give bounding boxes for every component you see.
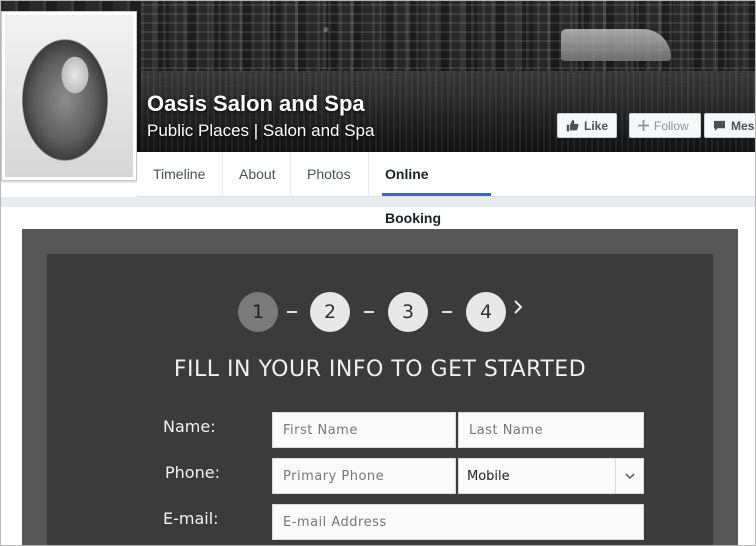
follow-label: Follow (654, 118, 689, 133)
booking-panel (47, 254, 713, 545)
last-name-input[interactable]: Last Name (458, 412, 644, 448)
phone-type-select[interactable]: Mobile (458, 458, 644, 494)
email-label: E-mail: (163, 509, 219, 528)
page-category[interactable]: Public Places | Salon and Spa (147, 121, 374, 141)
step-separator (287, 311, 297, 313)
email-input[interactable]: E-mail Address (272, 504, 644, 540)
divider-band (1, 197, 755, 207)
phone-label: Phone: (165, 463, 220, 482)
booking-heading: FILL IN YOUR INFO TO GET STARTED (173, 357, 587, 382)
thumbs-up-icon (566, 119, 579, 132)
message-label: Mess (731, 118, 755, 133)
phone-input[interactable]: Primary Phone (272, 458, 456, 494)
tab-photos[interactable]: Photos (291, 152, 369, 196)
like-button[interactable]: Like (557, 113, 617, 138)
message-button[interactable]: Mess (704, 113, 755, 138)
first-name-input[interactable]: First Name (272, 412, 456, 448)
message-icon (713, 120, 726, 131)
step-3[interactable]: 3 (388, 292, 428, 332)
step-separator (442, 311, 452, 313)
step-separator (364, 311, 374, 313)
boat (561, 29, 671, 61)
chevron-right-icon[interactable] (513, 300, 523, 319)
phone-type-value: Mobile (467, 468, 510, 484)
name-label: Name: (163, 417, 216, 436)
like-label: Like (584, 118, 609, 133)
tab-about[interactable]: About (223, 152, 291, 196)
profile-picture[interactable] (1, 11, 137, 181)
step-1[interactable]: 1 (238, 292, 278, 332)
step-4[interactable]: 4 (466, 292, 506, 332)
chevron-down-icon (615, 459, 643, 493)
page-name[interactable]: Oasis Salon and Spa (147, 91, 365, 117)
plus-icon (638, 120, 649, 131)
follow-button[interactable]: Follow (629, 113, 701, 138)
facebook-page: Oasis Salon and Spa Public Places | Salo… (0, 0, 756, 546)
profile-photo (5, 15, 133, 177)
tab-online-booking[interactable]: Online Booking (369, 152, 497, 226)
page-tabs: Timeline About Photos Online Booking (137, 152, 755, 226)
step-2[interactable]: 2 (310, 292, 350, 332)
tab-timeline[interactable]: Timeline (137, 152, 223, 196)
